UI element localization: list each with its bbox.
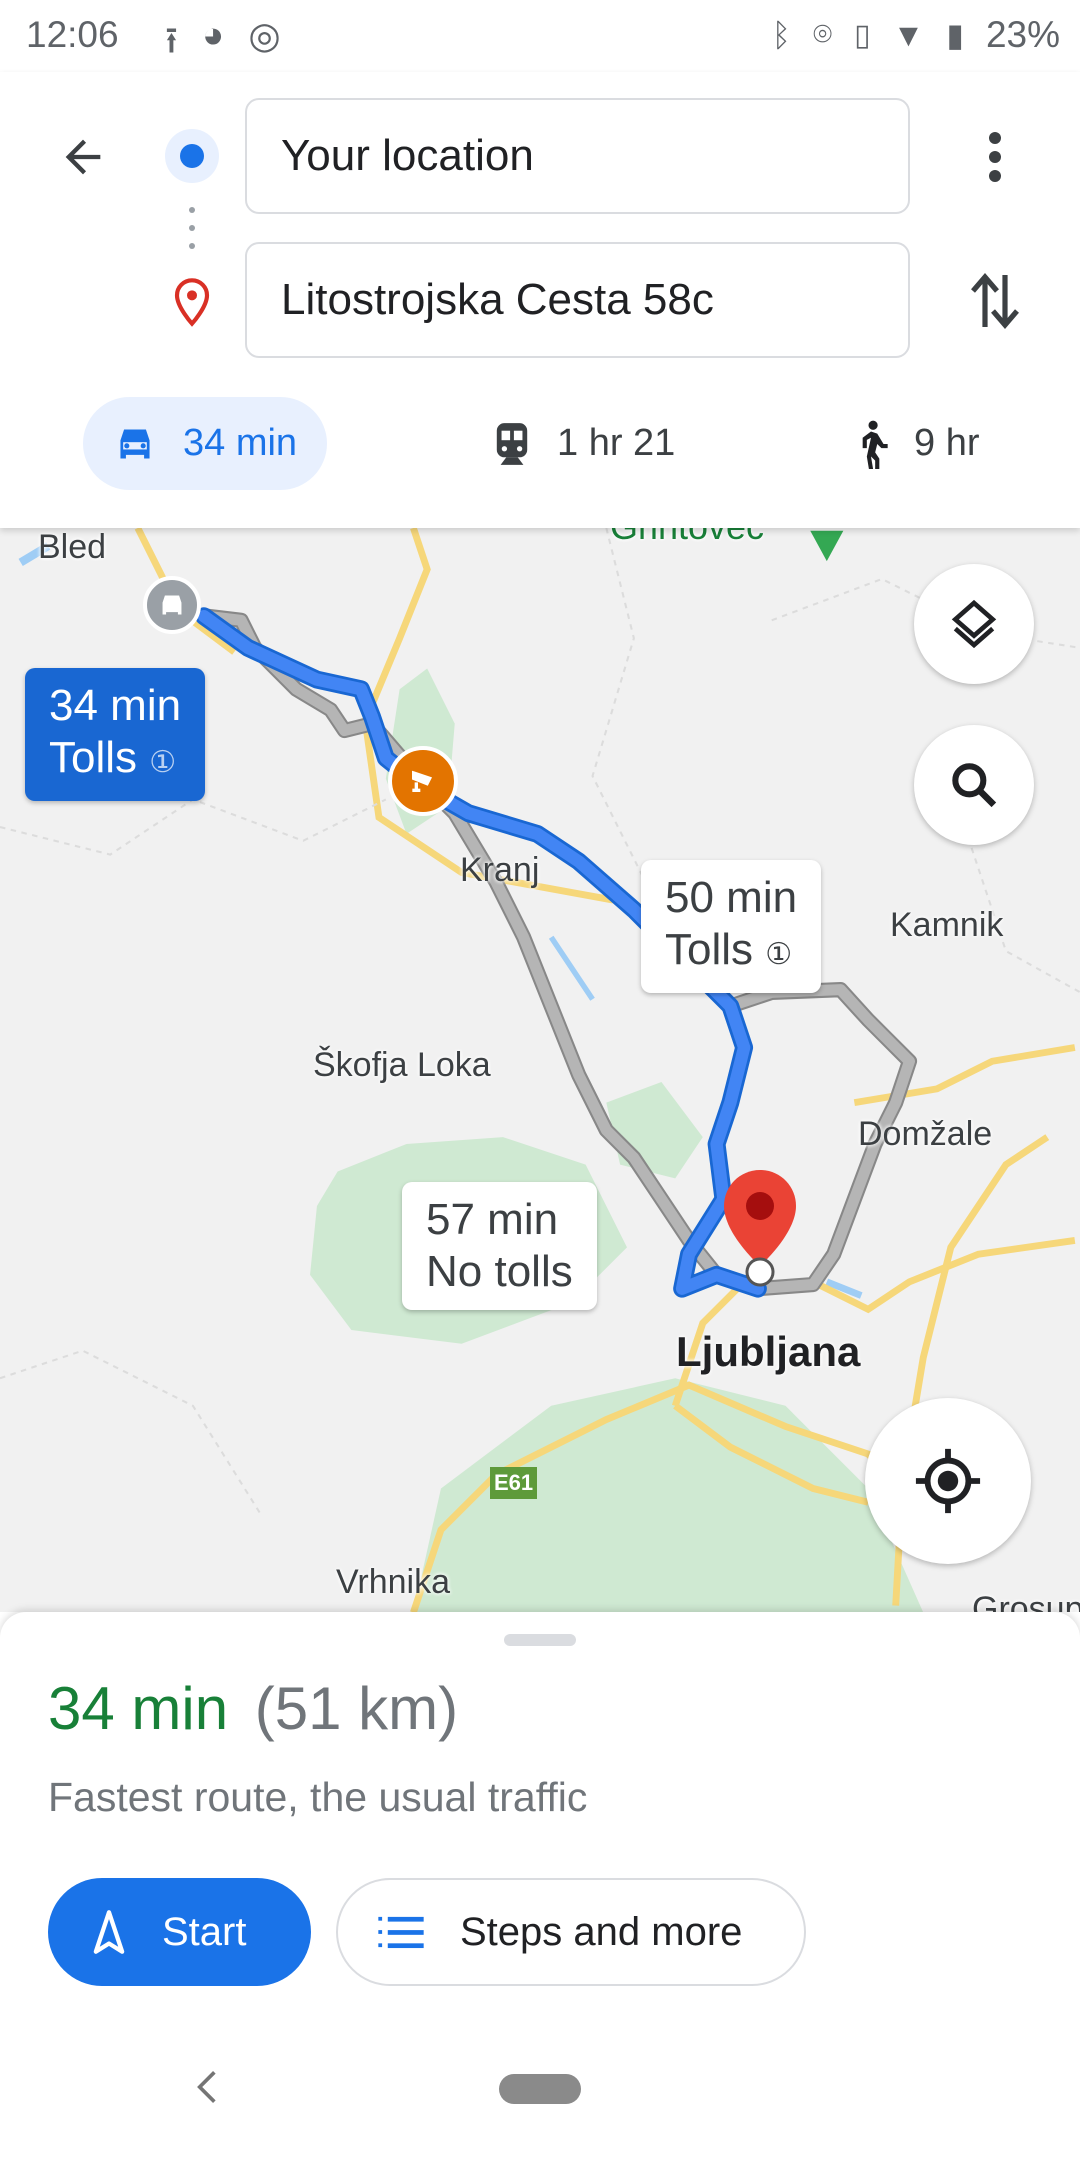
route-time: 50 min [665, 873, 798, 922]
my-location-icon [915, 1448, 981, 1514]
origin-input[interactable]: Your location [245, 98, 910, 214]
park-area [606, 1081, 703, 1179]
destination-input[interactable]: Litostrojska Cesta 58c [245, 242, 910, 358]
car-icon [120, 428, 150, 459]
route-distance: (51 km) [254, 1675, 459, 1742]
route-time: 34 min [49, 681, 182, 730]
route-callout-alt[interactable]: 57 min No tolls [402, 1182, 597, 1310]
route-note: Tolls [49, 733, 138, 782]
speed-camera-marker[interactable] [388, 746, 458, 816]
mode-tab-walking[interactable]: 9 hr [854, 397, 979, 490]
vibrate-icon: ▯ [854, 18, 871, 52]
place-label: Grintovec [610, 528, 764, 548]
my-location-button[interactable] [865, 1398, 1031, 1564]
place-label: Kamnik [890, 906, 1004, 944]
system-icons: ᛒ ⌾ ▯ ▼ ▮ 23% [772, 14, 1060, 56]
upload-icon: ⭱ [165, 20, 178, 61]
notification-icons: ⭱ ◕ ◎ [165, 14, 281, 77]
origin-value: Your location [281, 131, 534, 180]
nav-back-icon[interactable] [196, 2068, 218, 2106]
more-options-button[interactable] [960, 122, 1030, 192]
search-along-route-button[interactable] [914, 725, 1034, 845]
place-label: Vrhnika [336, 1563, 451, 1601]
place-label: Bled [38, 528, 107, 566]
car-icon [162, 595, 182, 615]
speed-camera-icon [412, 770, 433, 792]
destination-pin-icon [174, 278, 210, 327]
route-note: No tolls [426, 1247, 573, 1296]
search-icon [952, 763, 997, 808]
app-icon-2: ◎ [248, 15, 281, 56]
mode-tab-transit[interactable]: 1 hr 21 [493, 397, 675, 490]
train-icon [496, 422, 528, 465]
destination-pin-icon [724, 1170, 796, 1287]
place-label: Ljubljana [676, 1328, 861, 1375]
place-label: Kranj [460, 851, 540, 889]
swap-button[interactable] [960, 266, 1030, 336]
drag-handle[interactable] [504, 1634, 576, 1646]
toll-icon: ① [149, 746, 177, 779]
route-callout-selected[interactable]: 34 min Tolls ① [25, 668, 206, 801]
battery-level: 23% [985, 14, 1060, 55]
back-arrow-icon [65, 139, 101, 175]
navigation-arrow-icon [93, 1910, 125, 1954]
grintovec-peak-icon [810, 530, 844, 562]
place-label: Domžale [858, 1115, 993, 1153]
steps-label: Steps and more [460, 1909, 743, 1954]
route-dots [189, 207, 195, 213]
route-callout-alt[interactable]: 50 min Tolls ① [641, 860, 822, 993]
water [548, 935, 595, 1001]
wifi-icon: ▼ [892, 16, 925, 53]
origin-dot-icon [165, 129, 219, 183]
walking-time: 9 hr [914, 422, 980, 464]
location-icon: ⌾ [812, 16, 833, 52]
bluetooth-icon: ᛒ [771, 16, 791, 53]
place-label: Škofja Loka [313, 1046, 491, 1084]
route-duration: 34 min [48, 1675, 229, 1742]
app-icon: ◕ [201, 14, 225, 55]
mode-tab-driving[interactable]: 34 min [83, 397, 328, 490]
route-summary-sheet[interactable]: 34 min (51 km) Fastest route, the usual … [0, 1612, 1080, 2160]
status-time: 12:06 [26, 14, 119, 55]
toll-icon: ① [765, 938, 793, 971]
nav-home-pill[interactable] [499, 2074, 581, 2104]
battery-charging-icon: ▮ [946, 17, 964, 53]
route-summary: 34 min (51 km) [48, 1674, 458, 1743]
start-button[interactable]: Start [48, 1878, 311, 1986]
back-button[interactable] [48, 122, 118, 192]
status-bar: 12:06 ⭱ ◕ ◎ ᛒ ⌾ ▯ ▼ ▮ 23% [0, 0, 1080, 72]
walk-icon [862, 420, 888, 469]
destination-value: Litostrojska Cesta 58c [281, 275, 714, 324]
more-vert-icon [989, 132, 1001, 182]
start-label: Start [162, 1909, 247, 1954]
transit-time: 1 hr 21 [557, 422, 676, 464]
driving-time: 34 min [183, 422, 298, 464]
map-view[interactable]: Bled Grintovec Kranj Kamnik Škofja Loka … [0, 528, 1080, 1612]
list-icon [378, 1916, 424, 1949]
directions-header: Your location Litostrojska Cesta 58c 34 … [0, 72, 1080, 528]
origin-car-marker [143, 576, 201, 634]
route-note: Tolls [665, 925, 754, 974]
route-description: Fastest route, the usual traffic [48, 1774, 588, 1820]
steps-button[interactable]: Steps and more [336, 1878, 806, 1986]
place-label: Grosuplje [972, 1590, 1080, 1612]
route-time: 57 min [426, 1195, 559, 1244]
layers-icon [951, 599, 997, 649]
swap-vert-icon [971, 273, 1019, 329]
highway-badge: E61 [490, 1467, 538, 1499]
layers-button[interactable] [914, 564, 1034, 684]
